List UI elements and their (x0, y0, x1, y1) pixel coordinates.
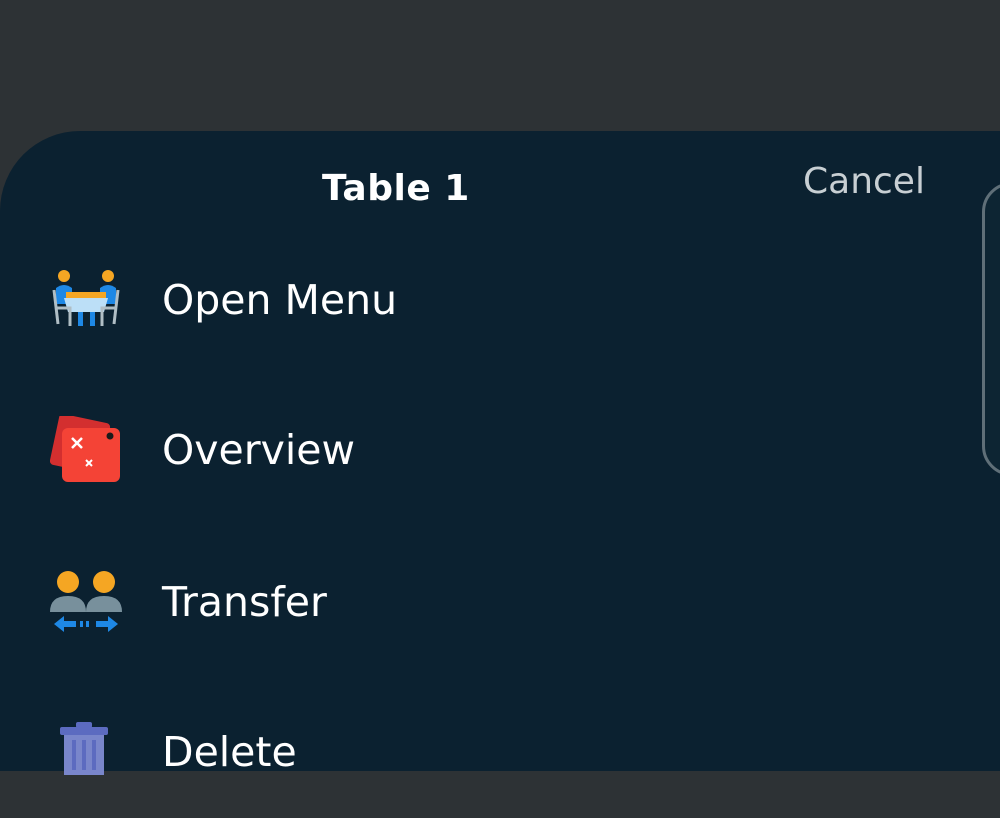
cancel-button[interactable]: Cancel (803, 161, 925, 202)
sheet-title: Table 1 (322, 168, 470, 209)
menu-item-open-menu[interactable]: Open Menu (0, 266, 900, 366)
transfer-people-icon (50, 568, 122, 640)
menu-item-overview[interactable]: Overview (0, 413, 900, 516)
dice-icon (49, 413, 122, 488)
menu-item-label: Overview (162, 426, 356, 474)
menu-item-label: Transfer (162, 578, 327, 626)
menu-item-label: Open Menu (162, 276, 398, 324)
menu-item-label: Delete (162, 728, 297, 776)
menu-item-delete[interactable]: Delete (0, 718, 900, 818)
menu-item-transfer[interactable]: Transfer (0, 568, 900, 668)
trash-icon (58, 718, 130, 790)
side-panel-edge[interactable] (982, 182, 1000, 476)
dining-table-icon (50, 266, 122, 338)
